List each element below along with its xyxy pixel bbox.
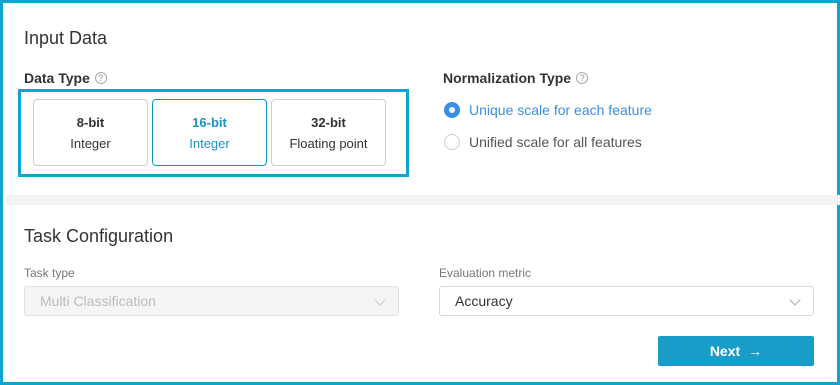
main-panel: Input Data Data Type ? 8-bit Integer 16-… xyxy=(0,0,840,385)
next-button[interactable]: Next → xyxy=(658,336,814,366)
evaluation-metric-value: Accuracy xyxy=(455,293,513,309)
help-icon[interactable]: ? xyxy=(576,72,589,84)
data-type-16bit-kind: Integer xyxy=(189,135,230,151)
normalization-type-label: Normalization Type ? xyxy=(443,70,589,86)
data-type-16bit-bits: 16-bit xyxy=(192,114,227,130)
data-type-32bit-kind: Floating point xyxy=(289,135,368,151)
data-type-16bit-button[interactable]: 16-bit Integer xyxy=(152,99,267,166)
normalization-option-unified[interactable]: Unified scale for all features xyxy=(444,134,642,150)
help-icon[interactable]: ? xyxy=(94,72,107,84)
task-configuration-title: Task Configuration xyxy=(24,226,174,246)
data-type-label: Data Type ? xyxy=(24,70,107,86)
chevron-down-icon xyxy=(374,294,386,306)
normalization-type-label-text: Normalization Type xyxy=(443,70,572,86)
normalization-option-unique[interactable]: Unique scale for each feature xyxy=(444,102,652,118)
normalization-option-unique-label: Unique scale for each feature xyxy=(469,102,652,118)
normalization-option-unified-label: Unified scale for all features xyxy=(469,134,642,150)
section-divider xyxy=(6,195,840,205)
data-type-label-text: Data Type xyxy=(24,70,90,86)
radio-checked[interactable] xyxy=(444,102,460,118)
chevron-down-icon[interactable] xyxy=(789,294,801,306)
evaluation-metric-select[interactable]: Accuracy xyxy=(439,286,814,316)
evaluation-metric-label: Evaluation metric xyxy=(439,266,532,280)
arrow-right-icon: → xyxy=(748,343,763,359)
data-type-8bit-button[interactable]: 8-bit Integer xyxy=(33,99,148,166)
data-type-32bit-button[interactable]: 32-bit Floating point xyxy=(271,99,386,166)
data-type-8bit-kind: Integer xyxy=(70,135,111,151)
task-type-select: Multi Classification xyxy=(24,286,399,316)
task-type-label: Task type xyxy=(24,266,75,280)
data-type-8bit-bits: 8-bit xyxy=(76,114,105,130)
input-data-title: Input Data xyxy=(24,28,108,48)
task-type-value: Multi Classification xyxy=(40,293,156,309)
radio-unchecked[interactable] xyxy=(444,134,460,150)
next-button-label: Next xyxy=(709,343,741,359)
data-type-32bit-bits: 32-bit xyxy=(311,114,346,130)
